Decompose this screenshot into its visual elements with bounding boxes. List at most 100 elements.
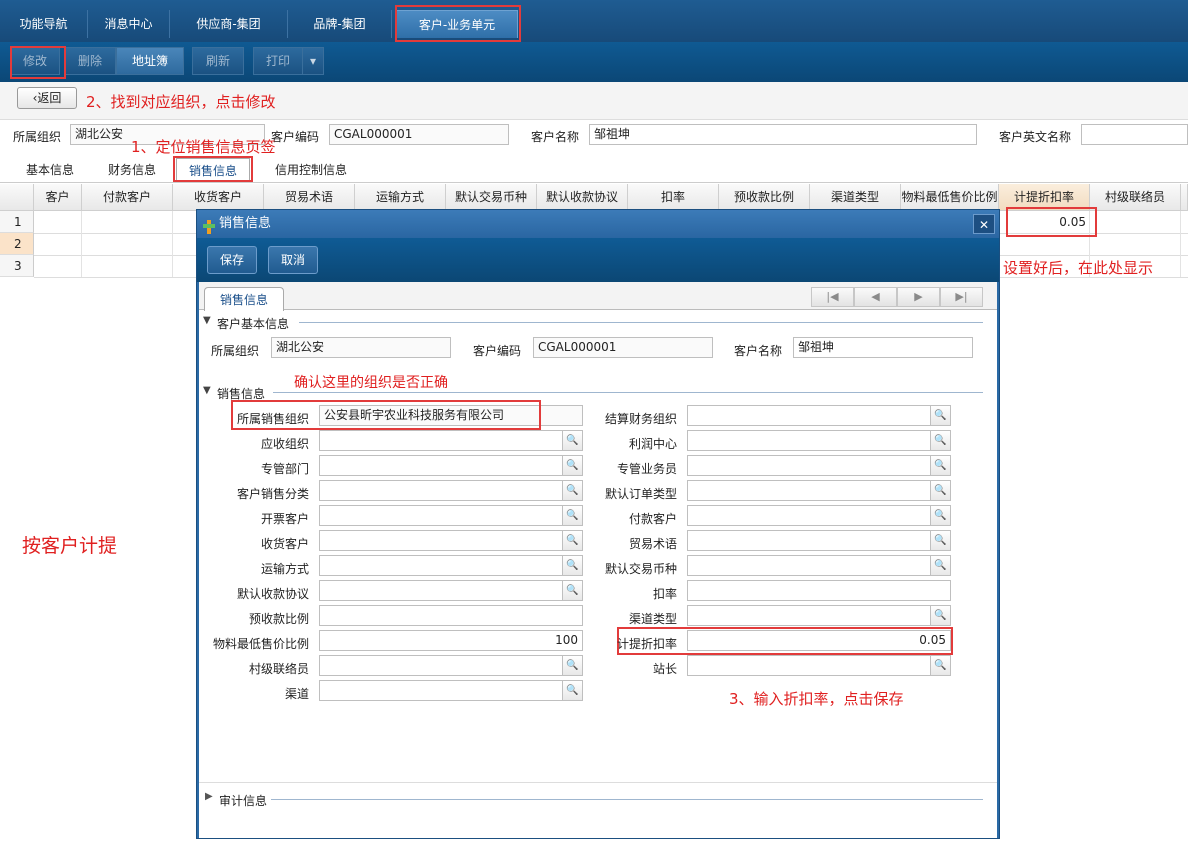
name-field[interactable]: 邹祖坤: [589, 124, 977, 145]
col-header[interactable]: 付款客户: [82, 184, 173, 211]
col-header[interactable]: 贸易术语: [264, 184, 355, 211]
tab-function-nav[interactable]: 功能导航: [0, 10, 88, 38]
dlg-name-field[interactable]: 邹祖坤: [793, 337, 973, 358]
save-button[interactable]: 保存: [207, 246, 257, 274]
col-header[interactable]: 运输方式: [355, 184, 446, 211]
code-field[interactable]: CGAL000001: [329, 124, 509, 145]
left-field-label: 客户销售分类: [236, 487, 309, 501]
last-record-icon[interactable]: ▶|: [940, 287, 983, 307]
delete-button[interactable]: 删除: [64, 47, 116, 75]
section-rule: [299, 322, 983, 323]
left-field-label: 渠道: [284, 687, 309, 701]
highlight-box-sales-org: [231, 400, 541, 430]
right-field-input[interactable]: [687, 405, 931, 426]
section-customer-basic: 客户基本信息: [217, 317, 290, 331]
col-header[interactable]: 物料最低售价比例: [901, 184, 999, 211]
dlg-org-field[interactable]: 湖北公安: [271, 337, 451, 358]
close-icon[interactable]: ✕: [973, 214, 995, 234]
tab-supplier-group[interactable]: 供应商-集团: [170, 10, 288, 38]
left-field-input[interactable]: [319, 580, 563, 601]
prev-record-icon[interactable]: ◀: [854, 287, 897, 307]
next-record-icon[interactable]: ▶: [897, 287, 940, 307]
cancel-button[interactable]: 取消: [268, 246, 318, 274]
back-button[interactable]: ‹返回: [17, 87, 77, 109]
search-icon[interactable]: 🔍: [931, 605, 951, 626]
min-price-ratio-field[interactable]: 100: [319, 630, 583, 651]
tab-credit-control[interactable]: 信用控制信息: [266, 158, 356, 182]
left-field-input[interactable]: [319, 455, 563, 476]
left-field-input[interactable]: [319, 655, 563, 676]
col-header[interactable]: 村级联络员: [1090, 184, 1181, 211]
search-icon[interactable]: 🔍: [563, 555, 583, 576]
annotation-step2: 2、找到对应组织，点击修改: [86, 93, 276, 111]
search-icon[interactable]: 🔍: [563, 580, 583, 601]
row-number: 1: [0, 211, 34, 233]
search-icon[interactable]: 🔍: [563, 680, 583, 701]
search-icon[interactable]: 🔍: [563, 505, 583, 526]
left-field-input[interactable]: [319, 605, 583, 626]
search-icon[interactable]: 🔍: [931, 480, 951, 501]
refresh-button[interactable]: 刷新: [192, 47, 244, 75]
collapse-icon[interactable]: ▼: [203, 315, 211, 326]
print-button[interactable]: 打印: [253, 47, 303, 75]
tab-brand-group[interactable]: 品牌-集团: [288, 10, 392, 38]
col-header[interactable]: 默认收款协议: [537, 184, 628, 211]
right-field-label: 专管业务员: [616, 462, 677, 476]
right-field-input[interactable]: [687, 530, 931, 551]
record-navigator: |◀ ◀ ▶ ▶|: [811, 287, 985, 307]
left-field-input[interactable]: [319, 430, 563, 451]
search-icon[interactable]: 🔍: [563, 480, 583, 501]
right-field-input[interactable]: [687, 605, 931, 626]
search-icon[interactable]: 🔍: [931, 455, 951, 476]
print-dropdown-icon[interactable]: ▾: [302, 47, 324, 75]
right-field-input[interactable]: [687, 555, 931, 576]
col-header[interactable]: 收货客户: [173, 184, 264, 211]
col-header[interactable]: 客户: [34, 184, 82, 211]
tab-finance-info[interactable]: 财务信息: [98, 158, 166, 182]
col-header[interactable]: 扣率: [628, 184, 719, 211]
tab-basic-info[interactable]: 基本信息: [16, 158, 84, 182]
col-header[interactable]: 预收款比例: [719, 184, 810, 211]
dlg-org-label: 所属组织: [211, 344, 260, 358]
search-icon[interactable]: 🔍: [931, 555, 951, 576]
left-field-input[interactable]: [319, 505, 563, 526]
left-field-input[interactable]: [319, 680, 563, 701]
expand-icon[interactable]: ▶: [205, 791, 213, 802]
annotation-shown-here: 设置好后，在此处显示: [1003, 259, 1154, 277]
left-field-input[interactable]: [319, 555, 563, 576]
dialog-tab-sales-info[interactable]: 销售信息: [204, 287, 284, 311]
grid-rule: [1180, 211, 1181, 277]
right-field-input[interactable]: [687, 505, 931, 526]
first-record-icon[interactable]: |◀: [811, 287, 854, 307]
right-field-input[interactable]: [687, 430, 931, 451]
right-field-label: 利润中心: [628, 437, 677, 451]
search-icon[interactable]: 🔍: [931, 430, 951, 451]
address-book-button[interactable]: 地址簿: [116, 47, 184, 75]
right-field-input[interactable]: [687, 480, 931, 501]
left-field-label: 运输方式: [260, 562, 309, 576]
english-name-field[interactable]: [1081, 124, 1188, 145]
right-field-input[interactable]: [687, 580, 951, 601]
tab-message-center[interactable]: 消息中心: [88, 10, 170, 38]
right-field-input[interactable]: [687, 455, 931, 476]
search-icon[interactable]: 🔍: [563, 430, 583, 451]
search-icon[interactable]: 🔍: [931, 505, 951, 526]
org-label: 所属组织: [13, 130, 62, 144]
left-field-input[interactable]: [319, 530, 563, 551]
left-field-label: 应收组织: [260, 437, 309, 451]
dlg-code-field[interactable]: CGAL000001: [533, 337, 713, 358]
name-label: 客户名称: [531, 130, 580, 144]
right-field-label: 渠道类型: [628, 612, 677, 626]
search-icon[interactable]: 🔍: [931, 405, 951, 426]
search-icon[interactable]: 🔍: [931, 655, 951, 676]
search-icon[interactable]: 🔍: [563, 455, 583, 476]
left-field-input[interactable]: [319, 480, 563, 501]
left-field-label: 物料最低售价比例: [212, 637, 309, 651]
search-icon[interactable]: 🔍: [931, 530, 951, 551]
search-icon[interactable]: 🔍: [563, 530, 583, 551]
right-field-input[interactable]: [687, 655, 931, 676]
search-icon[interactable]: 🔍: [563, 655, 583, 676]
col-header[interactable]: 默认交易币种: [446, 184, 537, 211]
collapse-icon[interactable]: ▼: [203, 385, 211, 396]
col-header[interactable]: 渠道类型: [810, 184, 901, 211]
